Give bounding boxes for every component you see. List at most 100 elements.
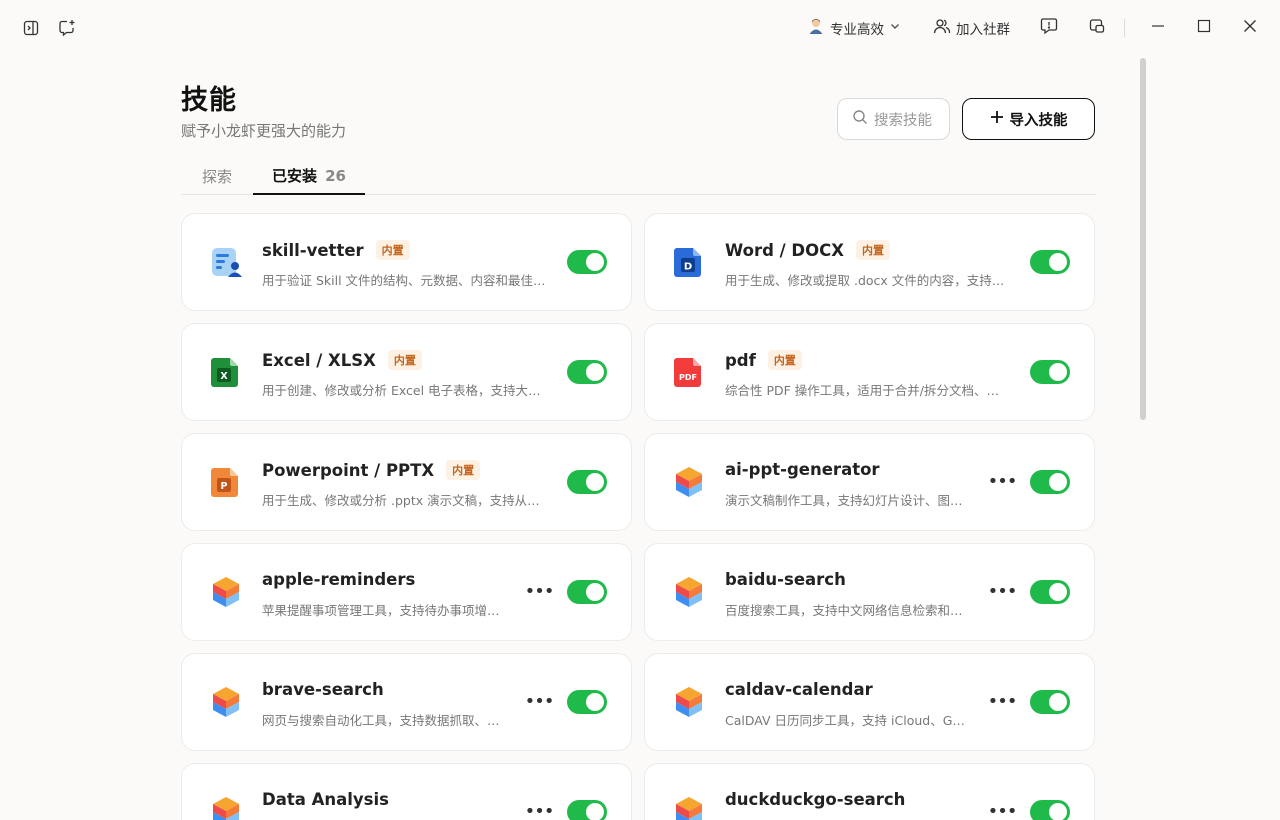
skill-card[interactable]: apple-reminders 苹果提醒事项管理工具，支持待办事项增删改查 ••• [181, 543, 632, 641]
installed-count: 26 [325, 166, 346, 185]
builtin-badge: 内置 [387, 350, 422, 370]
search-input[interactable]: 搜索技能 [837, 98, 950, 140]
skill-description: 演示文稿制作工具，支持幻灯片设计、图表生成 [725, 493, 965, 508]
maximize-icon [1196, 18, 1212, 38]
more-options-icon[interactable]: ••• [988, 472, 1018, 492]
skill-card[interactable]: PDF pdf 内置 综合性 PDF 操作工具，适用于合并/拆分文档、提取文本 [644, 323, 1095, 421]
skill-enable-toggle[interactable] [567, 800, 607, 820]
skill-enable-toggle[interactable] [1030, 690, 1070, 714]
tab-bar: 探索 已安装 26 [181, 158, 1096, 195]
search-placeholder: 搜索技能 [874, 112, 932, 129]
skill-enable-toggle[interactable] [1030, 800, 1070, 820]
svg-text:X: X [220, 371, 228, 382]
builtin-badge: 内置 [375, 240, 410, 260]
minimize-button[interactable] [1135, 0, 1181, 56]
skill-card[interactable]: P Powerpoint / PPTX 内置用于生成、修改或分析 .pptx 演示文… [181, 433, 632, 531]
builtin-badge: 内置 [855, 240, 890, 260]
skill-card[interactable]: duckduckgo-search ••• [644, 763, 1095, 820]
skill-name-row: Powerpoint / PPTX 内置 [262, 460, 481, 480]
pdf-icon: PDF [671, 354, 707, 390]
skill-card[interactable]: baidu-search 百度搜索工具，支持中文网络信息检索和实时查询 ••• [644, 543, 1095, 641]
skill-enable-toggle[interactable] [1030, 250, 1070, 274]
pptx-icon: P [208, 464, 244, 500]
skill-name: apple-reminders [262, 570, 416, 589]
skill-name: duckduckgo-search [725, 790, 906, 809]
skill-card[interactable]: D Word / DOCX 内置 用于生成、修改或提取 .docx 文件的内容，支持从… [644, 213, 1095, 311]
import-skill-label: 导入技能 [1009, 112, 1068, 129]
skill-card[interactable]: skill-vetter 内置 用于验证 Skill 文件的结构、元数据、内容和最佳… [181, 213, 632, 311]
skill-enable-toggle[interactable] [1030, 580, 1070, 604]
skill-enable-toggle[interactable] [1030, 360, 1070, 384]
tab-explore-label: 探索 [201, 168, 232, 186]
skill-enable-toggle[interactable] [567, 580, 607, 604]
skill-description: 苹果提醒事项管理工具，支持待办事项增删改查 [262, 603, 502, 618]
more-options-icon[interactable]: ••• [525, 582, 555, 602]
more-options-icon[interactable]: ••• [988, 692, 1018, 712]
skill-name: Excel / XLSX [262, 350, 376, 370]
svg-text:D: D [684, 262, 692, 273]
skill-name: baidu-search [725, 570, 846, 589]
plus-icon [990, 110, 1004, 128]
more-options-icon[interactable]: ••• [525, 802, 555, 820]
users-icon [933, 17, 951, 39]
skill-enable-toggle[interactable] [1030, 470, 1070, 494]
skill-card[interactable]: caldav-calendar CalDAV 日历同步工具，支持 iCloud、G… [644, 653, 1095, 751]
join-community-button[interactable]: 加入社群 [925, 13, 1018, 43]
skill-card[interactable]: Data Analysis ••• [181, 763, 632, 820]
skill-name: Data Analysis [262, 790, 389, 809]
import-skill-button[interactable]: 导入技能 [962, 98, 1095, 140]
skill-description: 用于创建、修改或分析 Excel 电子表格，支持大规模数据 [262, 383, 548, 398]
more-options-icon[interactable]: ••• [525, 692, 555, 712]
sidebar-toggle-icon[interactable] [21, 18, 41, 38]
cube-icon [671, 684, 707, 720]
skill-name: Word / DOCX [725, 240, 844, 260]
skill-enable-toggle[interactable] [567, 250, 607, 274]
title-bar-actions: 专业高效 加入社群 [799, 0, 1280, 56]
svg-text:P: P [221, 481, 228, 492]
excel-icon: X [208, 354, 244, 390]
tab-explore[interactable]: 探索 [181, 158, 253, 195]
skill-name-row: baidu-search [725, 570, 846, 589]
skill-name-row: ai-ppt-generator [725, 460, 880, 479]
skill-name-row: apple-reminders [262, 570, 415, 589]
minimize-icon [1150, 18, 1166, 38]
scrollbar-thumb[interactable] [1140, 58, 1146, 420]
skill-enable-toggle[interactable] [567, 470, 607, 494]
more-options-icon[interactable]: ••• [988, 582, 1018, 602]
skill-name: skill-vetter [262, 240, 364, 260]
skill-name: brave-search [262, 680, 384, 699]
chevron-down-icon [889, 20, 901, 36]
copy-window-button[interactable] [1080, 13, 1114, 43]
titlebar-divider [1124, 19, 1125, 37]
search-icon [852, 109, 868, 129]
skill-description: 用于生成、修改或分析 .pptx 演示文稿，支持从头构建 [262, 493, 548, 508]
cube-icon [208, 574, 244, 610]
skill-name: ai-ppt-generator [725, 460, 880, 479]
word-icon: D [671, 244, 707, 280]
close-button[interactable] [1227, 0, 1273, 56]
skill-enable-toggle[interactable] [567, 690, 607, 714]
page-title: 技能 [181, 85, 237, 116]
cube-icon [671, 464, 707, 500]
cube-icon [671, 574, 707, 610]
skill-name-row: duckduckgo-search [725, 790, 905, 809]
mode-label: 专业高效 [830, 22, 884, 38]
scrollbar[interactable] [1140, 58, 1146, 820]
more-options-icon[interactable]: ••• [988, 802, 1018, 820]
vetter-icon [208, 244, 244, 280]
maximize-button[interactable] [1181, 0, 1227, 56]
skill-enable-toggle[interactable] [567, 360, 607, 384]
feedback-button[interactable] [1032, 13, 1066, 43]
skill-name: pdf [725, 350, 756, 370]
cube-icon [671, 794, 707, 820]
new-chat-icon[interactable] [57, 18, 77, 38]
svg-text:PDF: PDF [679, 373, 697, 382]
tab-installed[interactable]: 已安装 26 [253, 158, 365, 195]
tab-installed-label: 已安装 [272, 167, 318, 185]
skill-name-row: pdf 内置 [725, 350, 802, 370]
mode-selector[interactable]: 专业高效 [799, 13, 909, 43]
skill-card[interactable]: brave-search 网页与搜索自动化工具，支持数据抓取、页面交互 ••• [181, 653, 632, 751]
skill-name-row: Word / DOCX 内置 [725, 240, 890, 260]
skill-card[interactable]: X Excel / XLSX 内置用于创建、修改或分析 Excel 电子表格，支持大… [181, 323, 632, 421]
skill-card[interactable]: ai-ppt-generator 演示文稿制作工具，支持幻灯片设计、图表生成 ••• [644, 433, 1095, 531]
